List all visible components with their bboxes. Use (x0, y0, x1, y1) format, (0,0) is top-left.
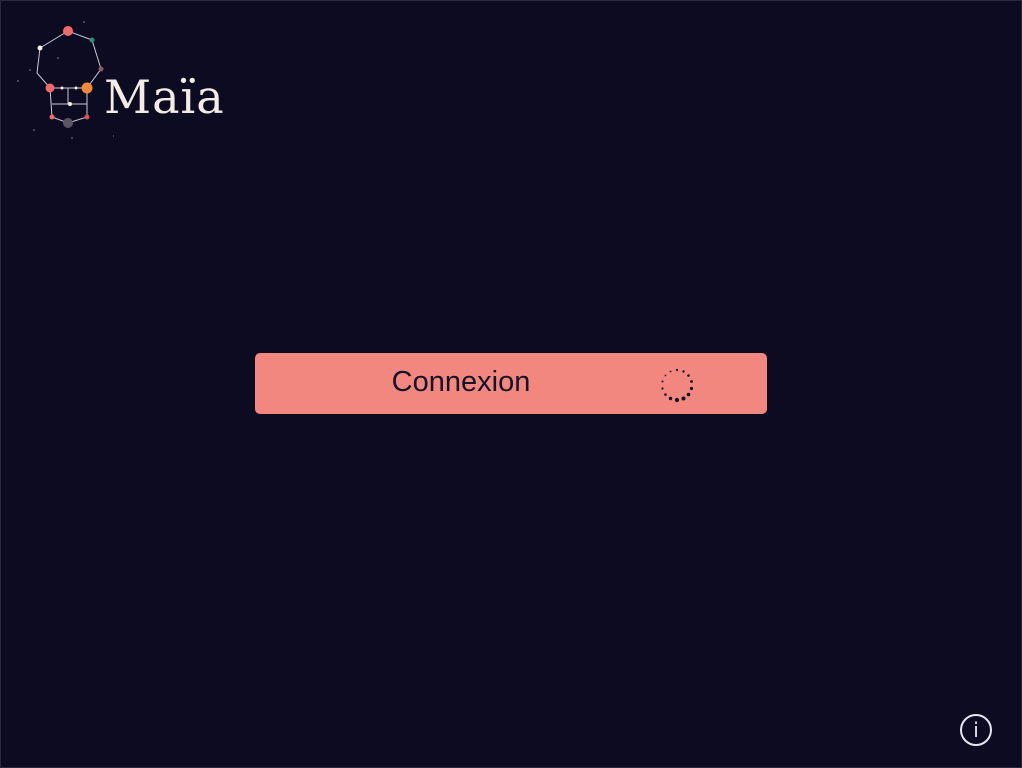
constellation-logo-icon (17, 21, 114, 139)
info-button[interactable]: i (960, 714, 992, 746)
info-icon: i (973, 718, 979, 742)
connexion-button[interactable]: Connexion (255, 353, 767, 414)
connexion-button-label: Connexion (391, 366, 531, 398)
app-name: Maïa (104, 70, 225, 124)
loading-spinner-icon (661, 368, 694, 403)
app-logo: Maïa (14, 18, 224, 146)
